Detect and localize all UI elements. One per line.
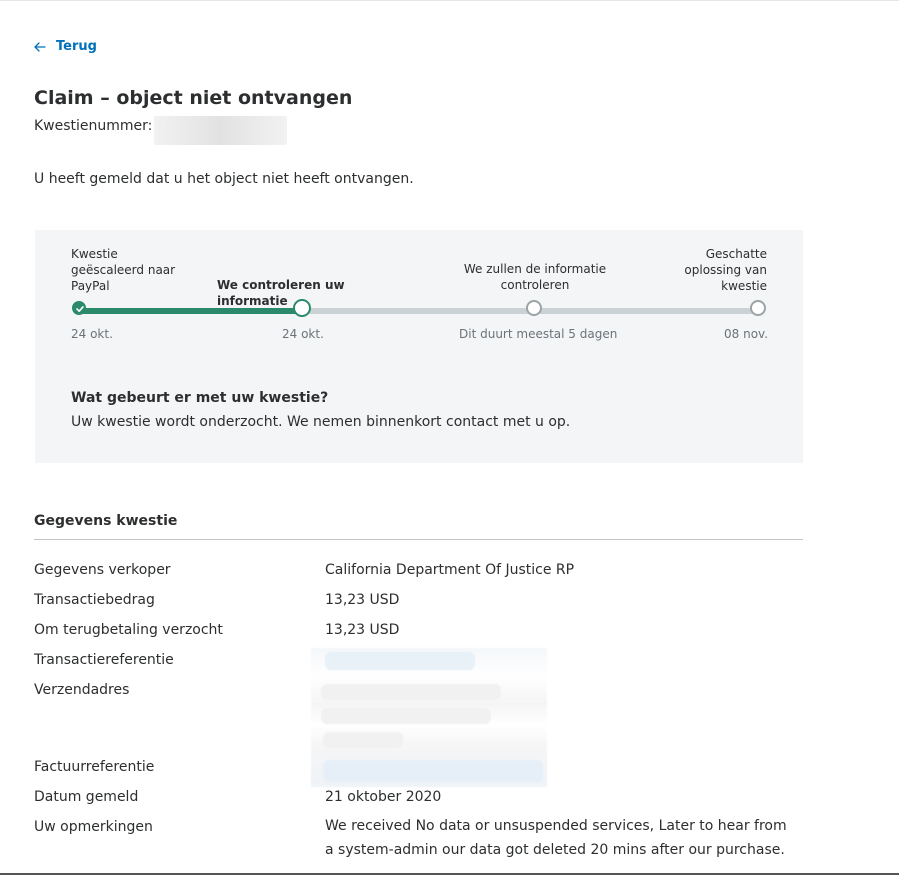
status-panel: Kwestie geëscaleerd naar PayPal We contr… [35,230,803,463]
detail-value-seller: California Department Of Justice RP [325,562,575,578]
details-divider [34,539,803,540]
redacted-case-number [154,116,288,145]
step-4-title: Geschatte oplossing van kwestie [684,247,767,293]
detail-label-amount: Transactiebedrag [34,592,155,608]
case-number-label: Kwestienummer: [34,118,153,134]
step-2-title: We controleren uw informatie [217,278,345,308]
step-1-title: Kwestie geëscaleerd naar PayPal [71,247,176,293]
back-link[interactable]: Terug [34,39,97,54]
detail-label-seller: Gegevens verkoper [34,562,171,578]
page-title: Claim – object niet ontvangen [34,87,353,109]
detail-label-shipping-address: Verzendadres [34,682,130,698]
step-3-title: We zullen de informatie controleren [463,262,607,292]
detail-value-date-reported: 21 oktober 2020 [325,789,442,805]
back-link-label: Terug [56,39,97,54]
detail-value-amount: 13,23 USD [325,592,400,608]
step-2-node [293,299,311,317]
case-number: Kwestienummer: [34,116,288,145]
step-2-date: 24 okt. [282,327,324,341]
progress-fill [79,308,303,314]
top-divider [0,0,899,1]
details-heading: Gegevens kwestie [34,513,178,529]
step-1-date: 24 okt. [71,327,113,341]
step-4-node [750,300,766,316]
step-3-node [526,300,542,316]
what-happens-text: Uw kwestie wordt onderzocht. We nemen bi… [71,414,571,430]
arrow-left-icon [34,41,46,52]
detail-label-invoice-ref: Factuurreferentie [34,759,155,775]
what-happens-title: Wat gebeurt er met uw kwestie? [71,390,329,406]
detail-value-refund: 13,23 USD [325,622,400,638]
step-1-node [72,301,86,315]
detail-label-refund: Om terugbetaling verzocht [34,622,223,638]
detail-label-remarks: Uw opmerkingen [34,819,153,835]
detail-label-date-reported: Datum gemeld [34,789,139,805]
step-4-date: 08 nov. [724,327,769,341]
detail-value-remarks: We received No data or unsuspended servi… [325,818,787,858]
redacted-details [311,648,547,787]
step-3-date: Dit duurt meestal 5 dagen [459,327,618,341]
intro-text: U heeft gemeld dat u het object niet hee… [34,171,414,187]
detail-label-transaction-ref: Transactiereferentie [34,652,174,668]
